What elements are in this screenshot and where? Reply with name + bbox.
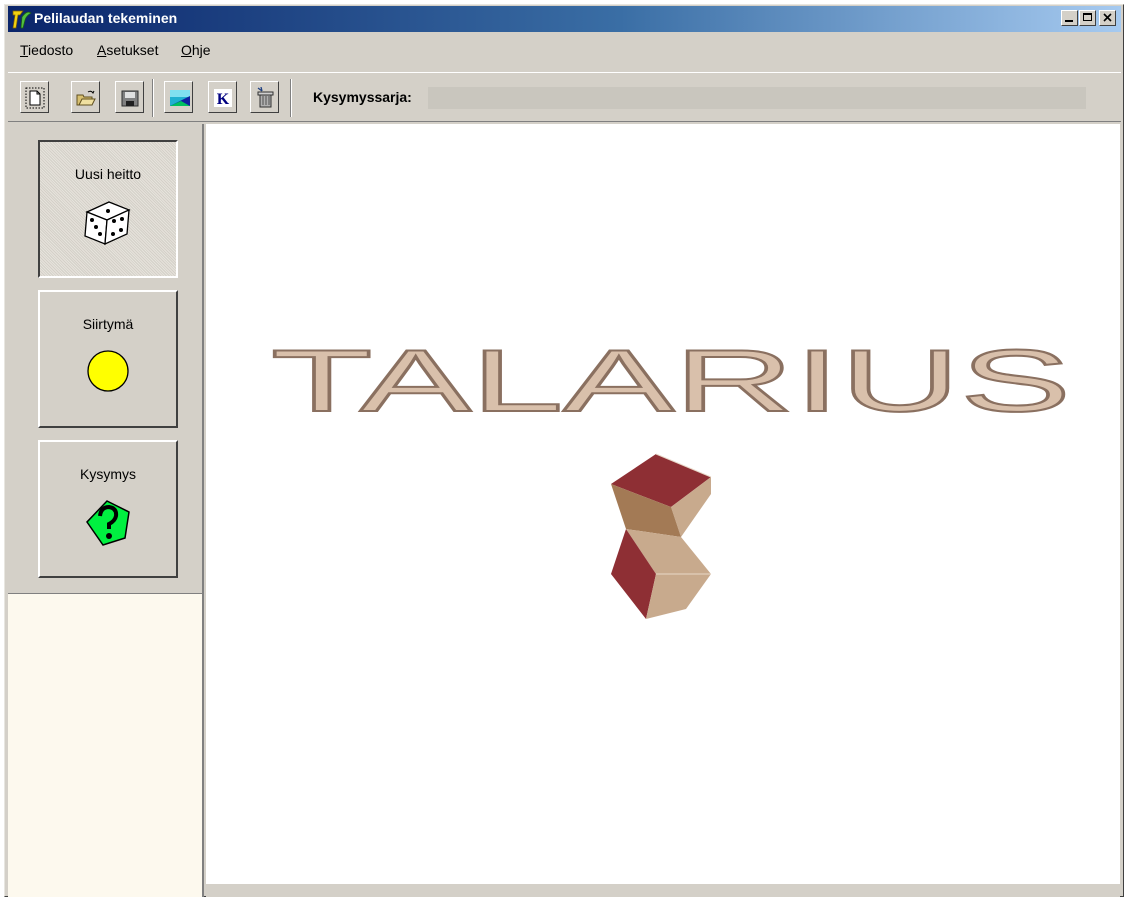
window-title: Pelilaudan tekeminen bbox=[34, 10, 178, 26]
menu-tiedosto[interactable]: Tiedosto bbox=[20, 42, 73, 58]
maximize-icon bbox=[1083, 13, 1092, 21]
question-label: Kysymys bbox=[80, 466, 136, 482]
toolbar-separator bbox=[290, 79, 292, 117]
menu-tiedosto-accel: T bbox=[20, 42, 29, 58]
menu-ohje-label: hje bbox=[191, 42, 211, 58]
menu-tiedosto-label: iedosto bbox=[28, 42, 74, 58]
minimize-icon bbox=[1065, 20, 1073, 22]
app-logo-icon bbox=[12, 10, 32, 29]
save-disk-icon bbox=[121, 90, 139, 107]
question-set-k-icon: K bbox=[214, 89, 232, 108]
transition-label: Siirtymä bbox=[82, 316, 134, 332]
background-button[interactable] bbox=[164, 81, 193, 113]
maximize-button[interactable] bbox=[1079, 10, 1096, 26]
logo-cubes-icon bbox=[611, 453, 712, 619]
question-pentagon-icon bbox=[86, 500, 130, 546]
new-roll-label: Uusi heitto bbox=[74, 166, 142, 182]
question-set-field[interactable] bbox=[428, 87, 1086, 109]
question-button[interactable]: Kysymys bbox=[38, 440, 178, 578]
toolbar: K Kysymyssarja: bbox=[8, 72, 1121, 122]
open-button[interactable] bbox=[71, 81, 100, 113]
dice-icon bbox=[84, 201, 131, 246]
transition-button[interactable]: Siirtymä bbox=[38, 290, 178, 428]
question-set-button[interactable]: K bbox=[208, 81, 237, 113]
yellow-circle-icon bbox=[87, 350, 129, 392]
delete-button[interactable] bbox=[250, 81, 279, 113]
game-board-canvas[interactable]: TALARIUS bbox=[206, 124, 1120, 884]
new-roll-button[interactable]: Uusi heitto bbox=[38, 140, 178, 278]
question-set-label: Kysymyssarja: bbox=[313, 89, 412, 105]
tool-buttons: Uusi heitto Siirtymä Kysymys bbox=[8, 124, 202, 594]
open-folder-icon bbox=[76, 90, 96, 106]
new-button[interactable] bbox=[20, 81, 49, 113]
menu-bar: Tiedosto Asetukset Ohje bbox=[8, 34, 1121, 64]
horizontal-scrollbar[interactable] bbox=[206, 884, 1120, 897]
close-icon bbox=[1103, 13, 1112, 22]
menu-asetukset-accel: A bbox=[97, 42, 107, 58]
logo-word: TALARIUS bbox=[271, 339, 1071, 429]
talarius-logo-text: TALARIUS bbox=[270, 339, 1072, 429]
svg-text:K: K bbox=[217, 91, 230, 108]
background-image-icon bbox=[170, 90, 190, 106]
toolbar-separator bbox=[152, 79, 154, 117]
menu-asetukset[interactable]: Asetukset bbox=[97, 42, 158, 58]
tool-panel: Uusi heitto Siirtymä Kysymys bbox=[8, 124, 204, 897]
title-bar[interactable]: Pelilaudan tekeminen bbox=[8, 6, 1121, 32]
new-document-icon bbox=[25, 87, 45, 109]
save-button[interactable] bbox=[115, 81, 144, 113]
menu-ohje-accel: O bbox=[181, 42, 192, 58]
close-button[interactable] bbox=[1099, 10, 1116, 26]
minimize-button[interactable] bbox=[1061, 10, 1078, 26]
delete-trash-icon bbox=[257, 87, 274, 108]
menu-asetukset-label: setukset bbox=[106, 42, 159, 58]
menu-ohje[interactable]: Ohje bbox=[181, 42, 211, 58]
